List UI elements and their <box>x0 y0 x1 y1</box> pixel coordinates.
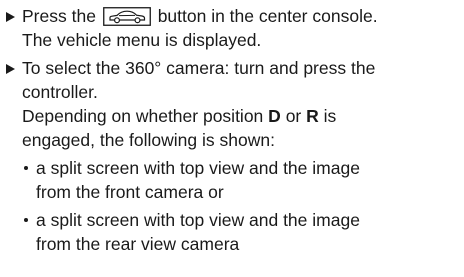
step-2-action-line-1: To select the 360° camera: turn and pres… <box>22 58 376 78</box>
step-arrow-icon <box>6 64 15 74</box>
step-1-result: The vehicle menu is displayed. <box>22 30 262 50</box>
bullet-1-line-2: from the front camera or <box>36 182 224 202</box>
gear-position-d: D <box>268 106 281 126</box>
list-item: a split screen with top view and the ima… <box>22 156 464 204</box>
step-2-result-line-2: engaged, the following is shown: <box>22 130 275 150</box>
step-2-result-or: or <box>285 106 302 126</box>
step-1-action-line: Press the button in the center console. <box>22 4 464 28</box>
display-options-list: a split screen with top view and the ima… <box>22 156 464 256</box>
bullet-dot-icon <box>24 218 28 222</box>
vehicle-menu-car-icon <box>102 7 151 26</box>
bullet-2-line-1: a split screen with top view and the ima… <box>36 210 360 230</box>
step-2-result-is: is <box>323 106 337 126</box>
instruction-step-2: To select the 360° camera: turn and pres… <box>6 56 464 256</box>
gear-position-r: R <box>306 106 319 126</box>
bullet-1-line-1: a split screen with top view and the ima… <box>36 158 360 178</box>
step-1-action-after-icon: button in the center console. <box>157 6 378 26</box>
bullet-2-line-2: from the rear view camera <box>36 234 240 254</box>
step-2-result-line-1: Depending on whether position D or R is <box>22 104 464 128</box>
step-arrow-icon <box>6 12 15 22</box>
instruction-page: Press the button in the center console. … <box>0 0 464 277</box>
step-2-action-line-2: controller. <box>22 82 98 102</box>
step-1-action-before-icon: Press the <box>22 6 96 26</box>
instruction-step-1: Press the button in the center console. … <box>6 4 464 52</box>
bullet-dot-icon <box>24 166 28 170</box>
list-item: a split screen with top view and the ima… <box>22 208 464 256</box>
step-2-result-text: Depending on whether position <box>22 106 264 126</box>
